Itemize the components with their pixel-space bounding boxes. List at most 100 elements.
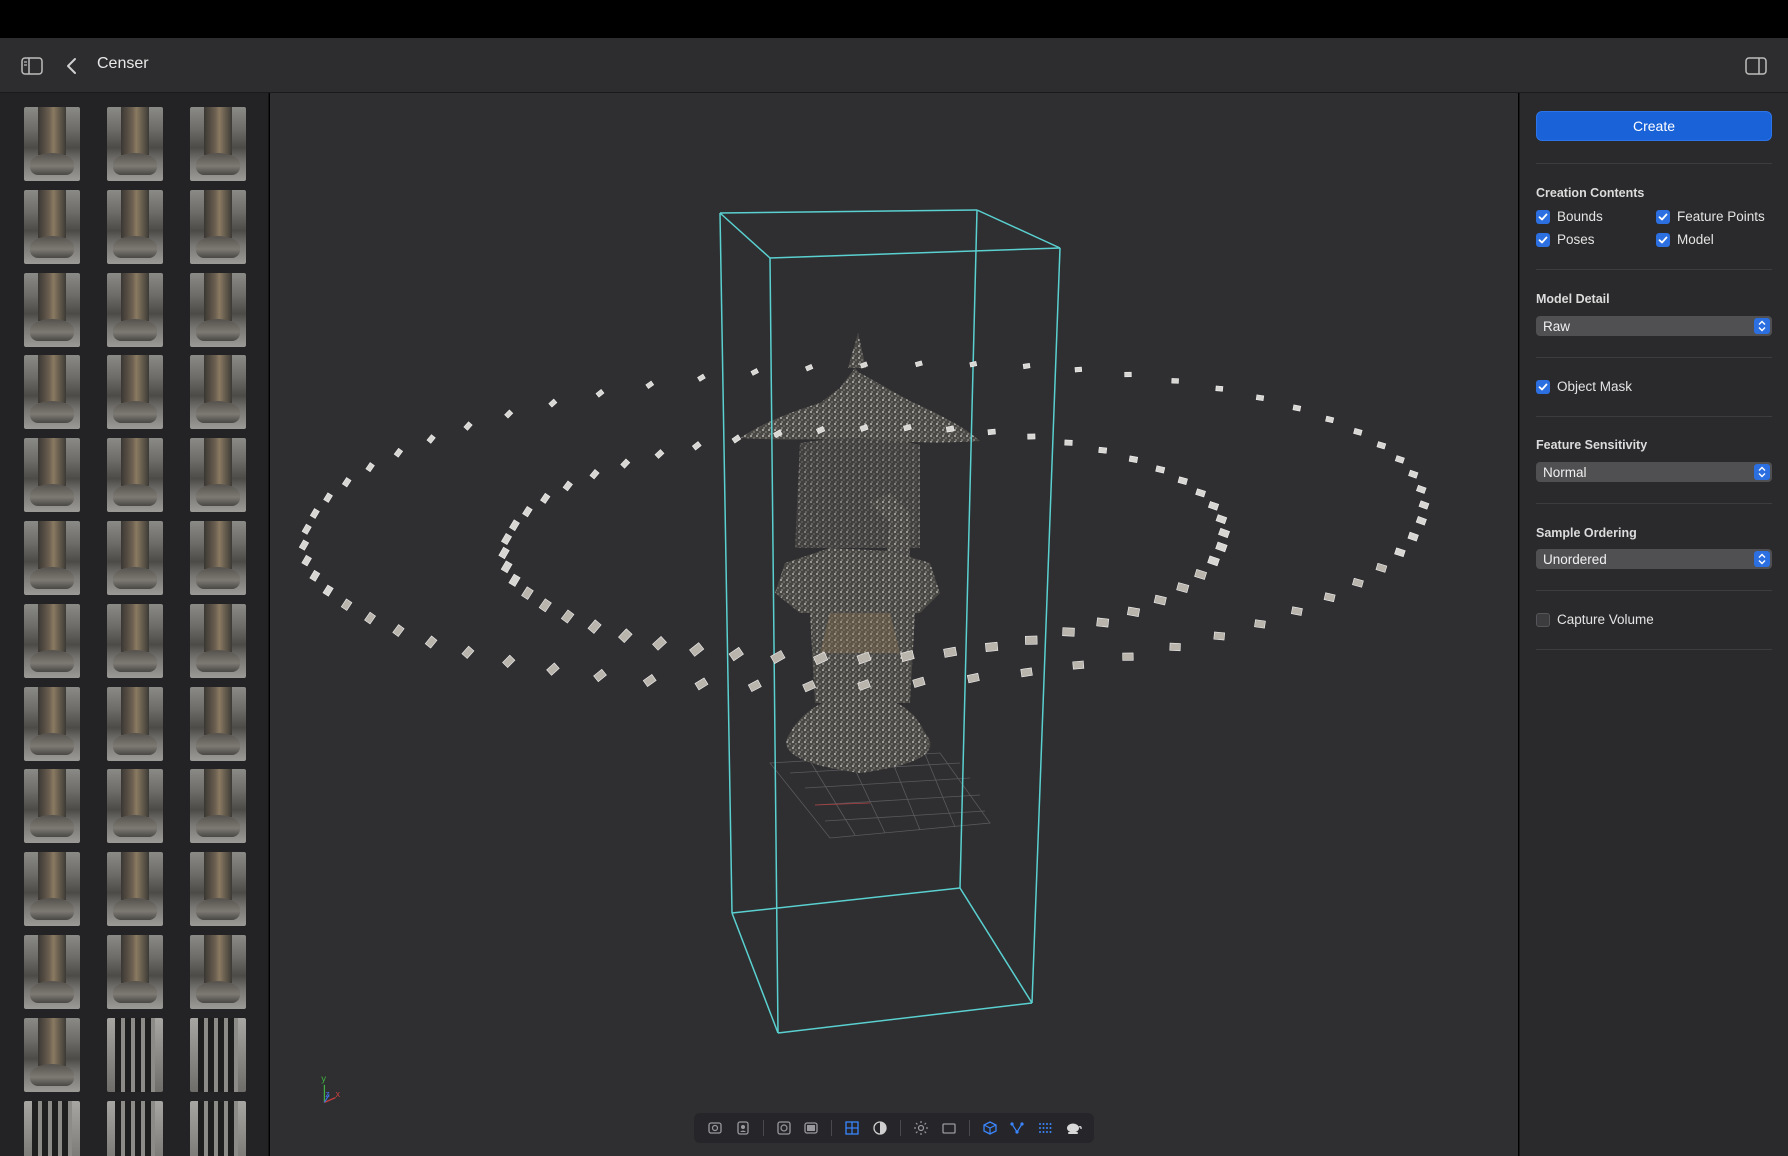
image-thumbnail[interactable] bbox=[107, 852, 163, 927]
camera-pose-marker bbox=[323, 492, 333, 503]
image-thumbnail[interactable] bbox=[107, 272, 163, 347]
camera-pose-marker bbox=[1418, 500, 1430, 510]
image-thumbnail[interactable] bbox=[190, 189, 246, 264]
image-thumbnail[interactable] bbox=[107, 686, 163, 761]
camera-pose-marker bbox=[1126, 606, 1141, 617]
image-thumbnail[interactable] bbox=[24, 521, 80, 595]
image-thumbnail[interactable] bbox=[107, 521, 163, 595]
image-thumbnail[interactable] bbox=[24, 852, 80, 927]
image-thumbnail[interactable] bbox=[107, 769, 163, 844]
image-thumbnail[interactable] bbox=[190, 521, 246, 595]
image-thumbnail[interactable] bbox=[24, 686, 80, 761]
camera-pose-marker bbox=[1375, 562, 1388, 573]
checkmark-icon bbox=[1656, 232, 1670, 247]
toolbar-separator bbox=[762, 1120, 764, 1136]
image-thumbnail[interactable] bbox=[24, 355, 80, 430]
poses-toggle-button[interactable] bbox=[1004, 1115, 1030, 1141]
image-thumbnail[interactable] bbox=[107, 935, 163, 1009]
sidebar-toggle-button[interactable] bbox=[18, 52, 46, 80]
camera-pose-marker bbox=[393, 447, 404, 458]
frame-selected-button[interactable] bbox=[771, 1115, 797, 1141]
camera-pose-marker bbox=[301, 554, 312, 567]
camera-pose-marker bbox=[560, 609, 575, 624]
image-thumbnail[interactable] bbox=[190, 355, 246, 430]
camera-pose-marker bbox=[522, 505, 533, 518]
image-thumbnail[interactable] bbox=[24, 935, 80, 1009]
image-thumbnail[interactable] bbox=[107, 603, 163, 678]
model-toggle-button[interactable] bbox=[1060, 1115, 1086, 1141]
image-thumbnail[interactable] bbox=[190, 603, 246, 678]
menu-bar bbox=[0, 0, 1788, 38]
image-thumbnail[interactable] bbox=[190, 935, 246, 1009]
capture-volume-label: Capture Volume bbox=[1557, 612, 1654, 627]
image-thumbnail[interactable] bbox=[24, 1017, 80, 1092]
create-button[interactable]: Create bbox=[1536, 111, 1772, 141]
image-thumbnail[interactable] bbox=[24, 769, 80, 844]
image-thumbnail[interactable] bbox=[190, 1100, 246, 1156]
image-thumbnail[interactable] bbox=[107, 189, 163, 264]
camera-pose-marker bbox=[508, 573, 521, 587]
portrait-button[interactable] bbox=[730, 1115, 756, 1141]
camera-pose-marker bbox=[1072, 660, 1085, 670]
camera-pose-marker bbox=[1176, 582, 1190, 594]
image-overlay-button[interactable] bbox=[798, 1115, 824, 1141]
sample-ordering-select[interactable]: Unordered bbox=[1536, 549, 1772, 569]
camera-pose-marker bbox=[392, 624, 405, 637]
image-thumbnail[interactable] bbox=[107, 355, 163, 430]
checkmark-icon bbox=[1536, 232, 1550, 247]
image-thumbnail[interactable] bbox=[24, 438, 80, 513]
checkmark-icon bbox=[1656, 209, 1670, 224]
camera-pose-marker bbox=[652, 636, 667, 651]
model-detail-select[interactable]: Raw bbox=[1536, 316, 1772, 336]
image-thumbnail[interactable] bbox=[24, 189, 80, 264]
capture-volume-checkbox[interactable]: Capture Volume bbox=[1536, 612, 1654, 627]
back-button[interactable] bbox=[58, 52, 86, 80]
bounds-checkbox[interactable]: Bounds bbox=[1536, 209, 1603, 224]
feature-sensitivity-select[interactable]: Normal bbox=[1536, 462, 1772, 482]
3d-viewport[interactable]: y z x bbox=[270, 93, 1518, 1156]
grid-toggle-button[interactable] bbox=[839, 1115, 865, 1141]
points-toggle-button[interactable] bbox=[1032, 1115, 1058, 1141]
sample-ordering-value: Unordered bbox=[1543, 551, 1607, 567]
camera-pose-marker bbox=[620, 458, 631, 469]
image-thumbnail[interactable] bbox=[190, 272, 246, 347]
divider bbox=[1536, 269, 1772, 270]
divider bbox=[1536, 163, 1772, 164]
image-thumbnail[interactable] bbox=[190, 852, 246, 927]
camera-pose-marker bbox=[1098, 446, 1108, 454]
image-thumbnail[interactable] bbox=[24, 603, 80, 678]
inspector-toggle-button[interactable] bbox=[1742, 52, 1770, 80]
image-thumbnail[interactable] bbox=[107, 1100, 163, 1156]
background-button[interactable] bbox=[936, 1115, 962, 1141]
poses-checkbox[interactable]: Poses bbox=[1536, 232, 1595, 247]
image-thumbnail[interactable] bbox=[190, 107, 246, 181]
snapshot-button[interactable] bbox=[702, 1115, 728, 1141]
divider bbox=[1536, 649, 1772, 650]
image-thumbnail[interactable] bbox=[190, 1017, 246, 1092]
image-thumbnail[interactable] bbox=[24, 272, 80, 347]
image-thumbnail[interactable] bbox=[107, 107, 163, 181]
image-thumbnail[interactable] bbox=[190, 769, 246, 844]
camera-pose-marker bbox=[1155, 465, 1166, 474]
camera-pose-marker bbox=[500, 560, 513, 574]
camera-pose-marker bbox=[689, 642, 705, 657]
lighting-button[interactable] bbox=[908, 1115, 934, 1141]
image-thumbnail[interactable] bbox=[107, 438, 163, 513]
nodes-icon bbox=[1010, 1122, 1024, 1134]
bounds-toggle-button[interactable] bbox=[977, 1115, 1003, 1141]
poses-label: Poses bbox=[1557, 232, 1595, 247]
image-thumbnail[interactable] bbox=[190, 686, 246, 761]
image-thumbnail[interactable] bbox=[190, 438, 246, 513]
point-cloud-scene[interactable] bbox=[270, 93, 1518, 1156]
camera-pose-marker bbox=[340, 598, 353, 611]
feature-points-checkbox[interactable]: Feature Points bbox=[1656, 209, 1765, 224]
object-mask-checkbox[interactable]: Object Mask bbox=[1536, 379, 1632, 394]
sidebar-icon bbox=[21, 57, 43, 75]
model-checkbox[interactable]: Model bbox=[1656, 232, 1714, 247]
camera-pose-marker bbox=[1124, 371, 1132, 378]
image-thumbnail[interactable] bbox=[107, 1017, 163, 1092]
image-thumbnail[interactable] bbox=[24, 1100, 80, 1156]
camera-pose-marker bbox=[1096, 617, 1110, 628]
contrast-button[interactable] bbox=[867, 1115, 893, 1141]
image-thumbnail[interactable] bbox=[24, 107, 80, 181]
